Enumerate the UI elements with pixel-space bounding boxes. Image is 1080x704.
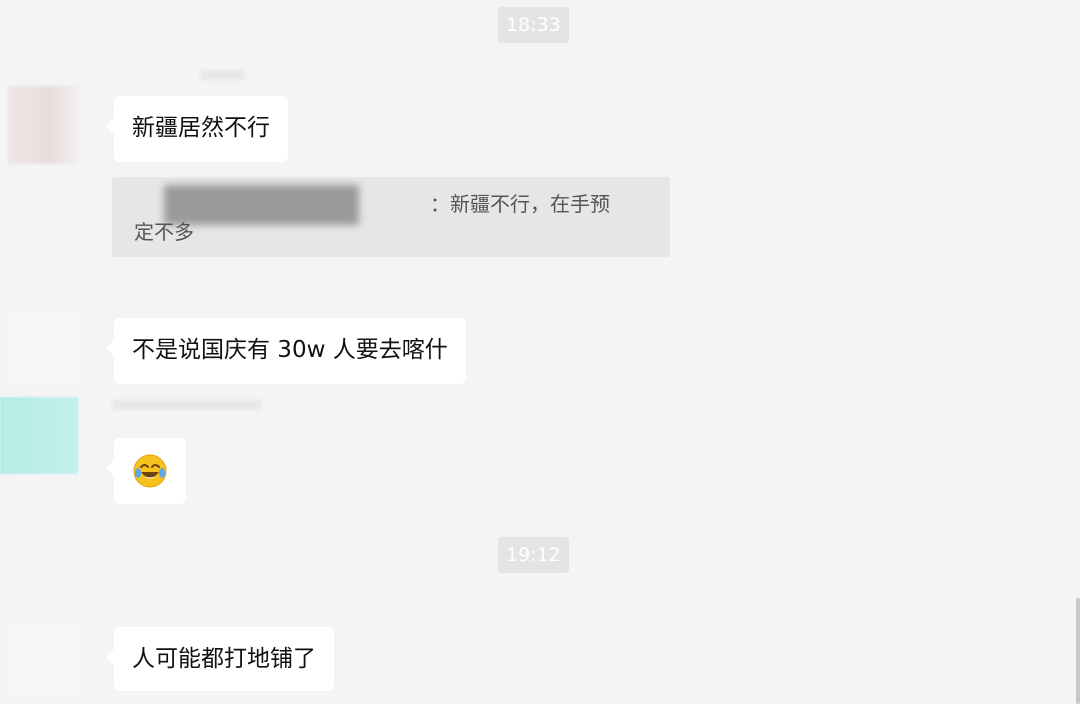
quoted-message[interactable]: ：新疆不行，在手预 定不多 xyxy=(112,177,670,257)
chat-window: 18:33 新疆居然不行 ：新疆不行，在手预 定不多 不是说国庆有 30w 人要… xyxy=(0,0,1080,704)
sender-name xyxy=(112,400,262,410)
message-bubble[interactable] xyxy=(106,438,186,504)
message-text: 新疆居然不行 xyxy=(132,115,270,141)
avatar[interactable] xyxy=(8,620,78,698)
message-text: 人可能都打地铺了 xyxy=(132,646,316,672)
timestamp: 19:12 xyxy=(498,537,569,573)
quote-line-2: 定不多 xyxy=(134,220,194,244)
crying-laughing-emoji xyxy=(133,454,167,488)
avatar[interactable] xyxy=(0,397,78,474)
message-bubble[interactable]: 不是说国庆有 30w 人要去喀什 xyxy=(106,318,466,384)
quote-line-1: ：新疆不行，在手预 xyxy=(430,192,610,216)
message-bubble[interactable]: 新疆居然不行 xyxy=(106,96,288,162)
sender-name xyxy=(200,70,245,80)
avatar[interactable] xyxy=(8,310,78,388)
message-bubble[interactable]: 人可能都打地铺了 xyxy=(106,627,334,691)
scrollbar[interactable] xyxy=(1076,598,1080,704)
avatar[interactable] xyxy=(8,86,78,164)
timestamp: 18:33 xyxy=(498,7,569,43)
message-text: 不是说国庆有 30w 人要去喀什 xyxy=(132,337,448,363)
